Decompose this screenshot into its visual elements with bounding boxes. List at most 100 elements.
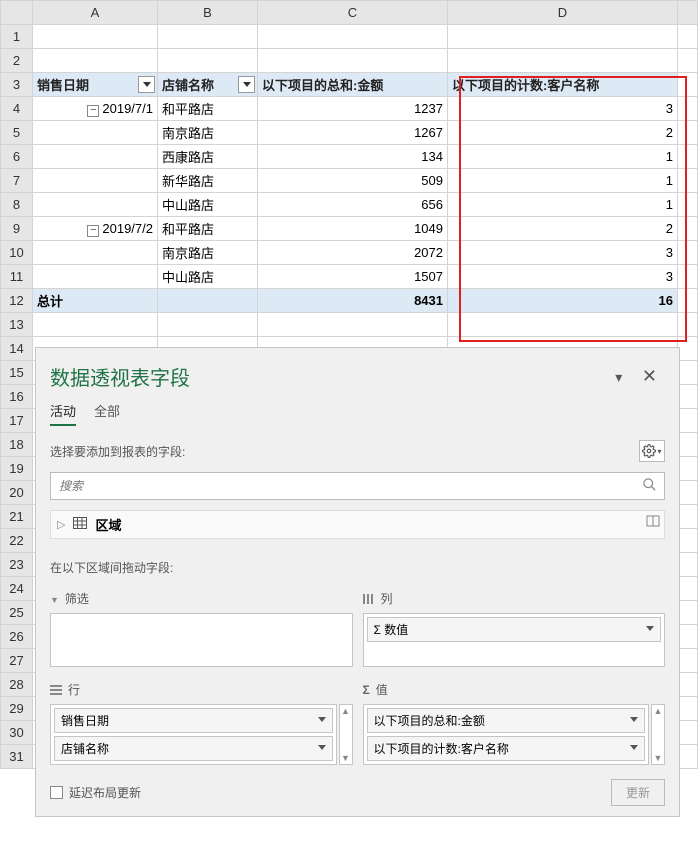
- row-header[interactable]: 10: [1, 241, 33, 265]
- area-item-sigma[interactable]: Σ 数值: [367, 617, 662, 642]
- row-header[interactable]: 18: [1, 433, 33, 457]
- tab-active[interactable]: 活动: [50, 401, 76, 426]
- row-header[interactable]: 20: [1, 481, 33, 505]
- row-header[interactable]: 5: [1, 121, 33, 145]
- cell-sum[interactable]: 1267: [258, 121, 448, 145]
- row-header[interactable]: 8: [1, 193, 33, 217]
- cell-date[interactable]: −2019/7/1: [33, 97, 158, 121]
- row-header[interactable]: 28: [1, 673, 33, 697]
- cell-sum[interactable]: 2072: [258, 241, 448, 265]
- cell-count[interactable]: 2: [448, 121, 678, 145]
- cell-date[interactable]: [33, 145, 158, 169]
- close-icon[interactable]: ✕: [634, 362, 665, 390]
- row-header[interactable]: 1: [1, 25, 33, 49]
- row-header[interactable]: 29: [1, 697, 33, 721]
- cell-sum[interactable]: 509: [258, 169, 448, 193]
- row-header[interactable]: 9: [1, 217, 33, 241]
- row-header[interactable]: 2: [1, 49, 33, 73]
- cell-date[interactable]: [33, 241, 158, 265]
- row-header[interactable]: 27: [1, 649, 33, 673]
- tab-all[interactable]: 全部: [94, 401, 120, 426]
- row-header[interactable]: 24: [1, 577, 33, 601]
- cell-count[interactable]: 1: [448, 145, 678, 169]
- cell-count[interactable]: 1: [448, 169, 678, 193]
- row-header[interactable]: 13: [1, 313, 33, 337]
- row-header[interactable]: 14: [1, 337, 33, 361]
- cell-count[interactable]: 1: [448, 193, 678, 217]
- pane-options-dropdown-icon[interactable]: ▾: [607, 365, 630, 389]
- cell-sum[interactable]: 1507: [258, 265, 448, 289]
- pivot-header-date[interactable]: 销售日期: [33, 73, 158, 97]
- values-area[interactable]: 以下项目的总和:金额以下项目的计数:客户名称: [363, 704, 650, 765]
- rows-area[interactable]: 销售日期店铺名称: [50, 704, 337, 765]
- search-icon[interactable]: [642, 477, 657, 495]
- cell-count[interactable]: 3: [448, 241, 678, 265]
- row-header[interactable]: 21: [1, 505, 33, 529]
- row-header[interactable]: 4: [1, 97, 33, 121]
- row-header[interactable]: 22: [1, 529, 33, 553]
- filter-dropdown-icon[interactable]: [238, 76, 255, 93]
- cell-store[interactable]: 中山路店: [158, 193, 258, 217]
- select-all-corner[interactable]: [1, 1, 33, 25]
- cell-store[interactable]: 南京路店: [158, 241, 258, 265]
- cell-store[interactable]: 新华路店: [158, 169, 258, 193]
- cell-date[interactable]: −2019/7/2: [33, 217, 158, 241]
- expand-icon[interactable]: ▷: [57, 518, 65, 531]
- col-header-e[interactable]: [678, 1, 698, 25]
- cell-sum[interactable]: 656: [258, 193, 448, 217]
- grand-total-label[interactable]: 总计: [33, 289, 158, 313]
- row-header[interactable]: 3: [1, 73, 33, 97]
- cell-sum[interactable]: 134: [258, 145, 448, 169]
- search-input[interactable]: [50, 472, 665, 500]
- row-header[interactable]: 7: [1, 169, 33, 193]
- pivot-header-count[interactable]: 以下项目的计数:客户名称: [448, 73, 678, 97]
- gear-button[interactable]: ▾: [639, 440, 665, 462]
- collapse-icon[interactable]: −: [87, 105, 99, 117]
- defer-layout-checkbox[interactable]: [50, 786, 63, 799]
- row-header[interactable]: 17: [1, 409, 33, 433]
- row-header[interactable]: 19: [1, 457, 33, 481]
- columns-area[interactable]: Σ 数值: [363, 613, 666, 667]
- area-item[interactable]: 以下项目的总和:金额: [367, 708, 646, 733]
- row-header[interactable]: 16: [1, 385, 33, 409]
- col-header-b[interactable]: B: [158, 1, 258, 25]
- cell-sum[interactable]: 1049: [258, 217, 448, 241]
- field-list-item[interactable]: ▷ 区域: [50, 510, 665, 539]
- pivot-header-store[interactable]: 店铺名称: [158, 73, 258, 97]
- grand-total-count[interactable]: 16: [448, 289, 678, 313]
- cell-date[interactable]: [33, 265, 158, 289]
- row-header[interactable]: 6: [1, 145, 33, 169]
- cell-count[interactable]: 2: [448, 217, 678, 241]
- pivot-header-sum[interactable]: 以下项目的总和:金额: [258, 73, 448, 97]
- col-header-d[interactable]: D: [448, 1, 678, 25]
- row-header[interactable]: 30: [1, 721, 33, 745]
- row-header[interactable]: 12: [1, 289, 33, 313]
- area-item[interactable]: 销售日期: [54, 708, 333, 733]
- scroll-bar[interactable]: ▲▼: [339, 704, 353, 765]
- grand-total-cell[interactable]: [158, 289, 258, 313]
- col-header-a[interactable]: A: [33, 1, 158, 25]
- cell-store[interactable]: 和平路店: [158, 97, 258, 121]
- cell-sum[interactable]: 1237: [258, 97, 448, 121]
- field-tools-icon[interactable]: [646, 515, 660, 530]
- row-header[interactable]: 25: [1, 601, 33, 625]
- grand-total-sum[interactable]: 8431: [258, 289, 448, 313]
- cell-count[interactable]: 3: [448, 97, 678, 121]
- filters-area[interactable]: [50, 613, 353, 667]
- row-header[interactable]: 15: [1, 361, 33, 385]
- collapse-icon[interactable]: −: [87, 225, 99, 237]
- row-header[interactable]: 23: [1, 553, 33, 577]
- area-item[interactable]: 以下项目的计数:客户名称: [367, 736, 646, 761]
- filter-dropdown-icon[interactable]: [138, 76, 155, 93]
- update-button[interactable]: 更新: [611, 779, 665, 806]
- cell-store[interactable]: 西康路店: [158, 145, 258, 169]
- cell-count[interactable]: 3: [448, 265, 678, 289]
- row-header[interactable]: 26: [1, 625, 33, 649]
- col-header-c[interactable]: C: [258, 1, 448, 25]
- row-header[interactable]: 31: [1, 745, 33, 769]
- cell-store[interactable]: 南京路店: [158, 121, 258, 145]
- cell-store[interactable]: 中山路店: [158, 265, 258, 289]
- cell-store[interactable]: 和平路店: [158, 217, 258, 241]
- cell-date[interactable]: [33, 193, 158, 217]
- cell-date[interactable]: [33, 169, 158, 193]
